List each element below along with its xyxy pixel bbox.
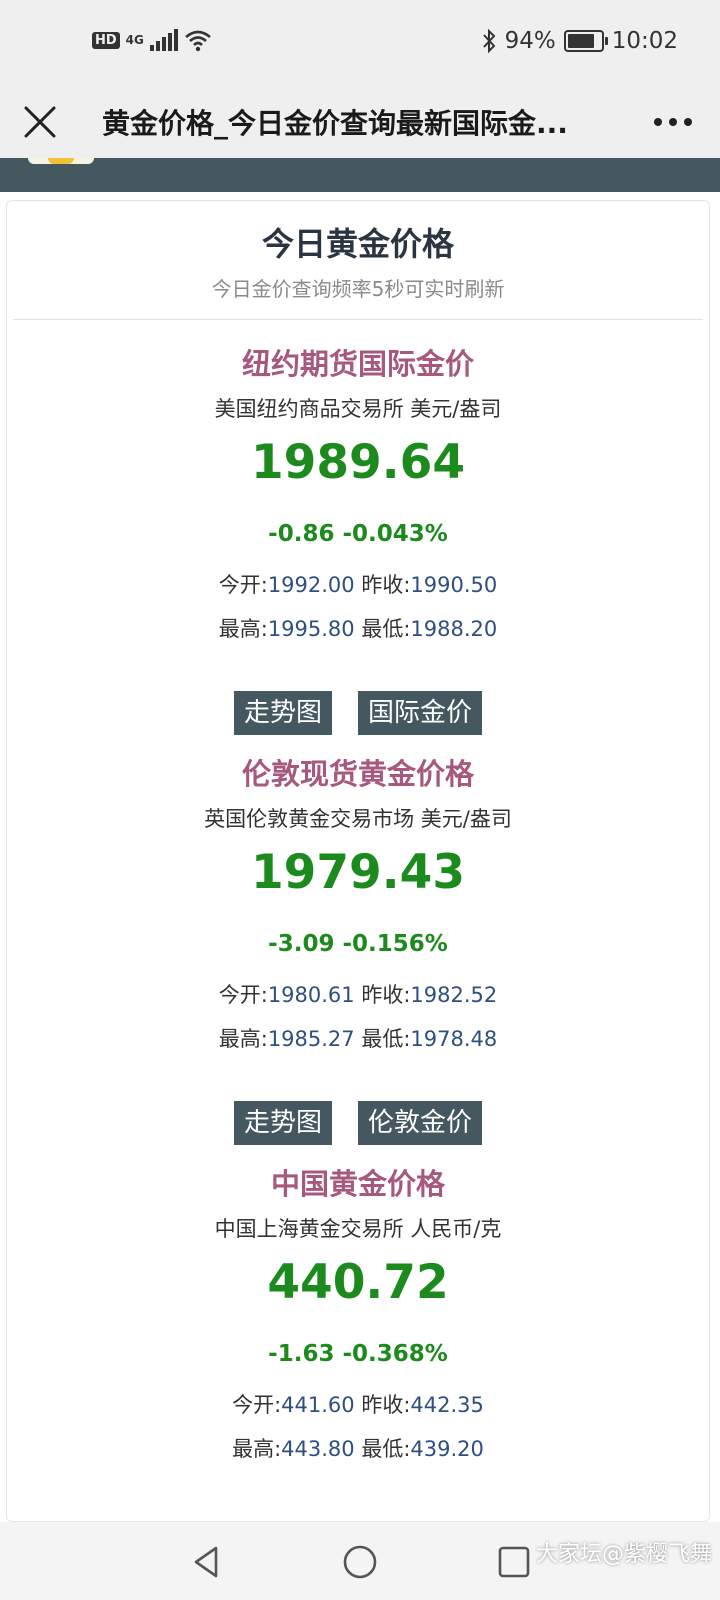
more-icon[interactable] <box>648 102 698 142</box>
trend-chart-button[interactable]: 走势图 <box>233 691 332 735</box>
close-icon[interactable] <box>18 100 62 144</box>
high-label: 最高: <box>218 617 268 641</box>
high-value: 443.80 <box>281 1437 355 1461</box>
price-change: -1.63 -0.368% <box>268 1341 448 1367</box>
low-label: 最低: <box>361 617 411 641</box>
low-label: 最低: <box>361 1027 411 1051</box>
prev-label: 昨收: <box>361 1393 411 1417</box>
high-low-row: 最高:443.80 最低:439.20 <box>7 1433 709 1463</box>
status-right: 94% 10:02 <box>481 28 678 54</box>
open-value: 1992.00 <box>267 573 355 597</box>
recents-icon[interactable] <box>494 1542 534 1582</box>
card-subtitle: 今日金价查询频率5秒可实时刷新 <box>211 277 505 301</box>
bluetooth-icon <box>482 28 495 54</box>
open-label: 今开: <box>232 1393 282 1417</box>
prev-value: 1990.50 <box>410 573 498 597</box>
open-value: 1980.61 <box>267 983 355 1007</box>
prev-value: 442.35 <box>410 1393 484 1417</box>
high-low-row: 最高:1985.27 最低:1978.48 <box>7 1023 709 1053</box>
nav-bar: 黄金价格_今日金价查询最新国际金... <box>0 86 720 158</box>
low-value: 439.20 <box>410 1437 484 1461</box>
section-buttons: 走势图 伦敦金价 <box>7 1101 709 1145</box>
high-value: 1985.27 <box>267 1027 355 1051</box>
gold-price-card: 今日黄金价格 今日金价查询频率5秒可实时刷新 纽约期货国际金价 美国纽约商品交易… <box>6 200 710 1522</box>
international-gold-button[interactable]: 国际金价 <box>358 691 483 735</box>
section-buttons: 走势图 国际金价 <box>7 691 709 735</box>
battery-percent: 94% <box>504 28 556 54</box>
open-label: 今开: <box>218 573 268 597</box>
divider <box>13 319 703 320</box>
status-left: HD 4G <box>92 28 212 52</box>
high-low-row: 最高:1995.80 最低:1988.20 <box>7 613 709 643</box>
home-icon[interactable] <box>340 1542 380 1582</box>
open-label: 今开: <box>218 983 268 1007</box>
section-title: 中国黄金价格 <box>270 1167 445 1201</box>
prev-label: 昨收: <box>361 573 411 597</box>
watermark: 大家坛@紫樱飞舞 <box>535 1542 712 1567</box>
section-subtitle: 英国伦敦黄金交易市场 美元/盎司 <box>204 807 512 831</box>
low-value: 1978.48 <box>410 1027 498 1051</box>
signal-icon <box>149 29 178 51</box>
section-subtitle: 美国纽约商品交易所 美元/盎司 <box>214 397 502 421</box>
low-label: 最低: <box>361 1437 411 1461</box>
high-label: 最高: <box>232 1437 282 1461</box>
high-value: 1995.80 <box>267 617 355 641</box>
open-value: 441.60 <box>281 1393 355 1417</box>
trend-chart-button[interactable]: 走势图 <box>233 1101 332 1145</box>
battery-icon <box>563 30 608 52</box>
section-title: 伦敦现货黄金价格 <box>241 757 474 791</box>
section-title: 纽约期货国际金价 <box>241 347 474 381</box>
battery-fill <box>567 34 595 48</box>
hd-badge: HD <box>92 31 120 49</box>
card-title: 今日黄金价格 <box>261 225 454 263</box>
open-prev-row: 今开:1992.00 昨收:1990.50 <box>7 569 709 599</box>
section-subtitle: 中国上海黄金交易所 人民币/克 <box>214 1217 502 1241</box>
open-prev-row: 今开:441.60 昨收:442.35 <box>7 1389 709 1419</box>
london-gold-button[interactable]: 伦敦金价 <box>358 1101 483 1145</box>
clock: 10:02 <box>611 28 678 54</box>
logo-sun-icon <box>48 158 74 164</box>
current-price: 1989.64 <box>250 435 466 490</box>
current-price: 440.72 <box>267 1255 449 1310</box>
open-prev-row: 今开:1980.61 昨收:1982.52 <box>7 979 709 1009</box>
network-type: 4G <box>125 33 144 47</box>
price-change: -3.09 -0.156% <box>268 931 448 957</box>
price-change: -0.86 -0.043% <box>268 521 448 547</box>
low-value: 1988.20 <box>410 617 498 641</box>
status-bar: HD 4G 94% 10:02 <box>0 0 720 86</box>
prev-label: 昨收: <box>361 983 411 1007</box>
site-header <box>0 158 720 192</box>
page-title-bar: 黄金价格_今日金价查询最新国际金... <box>102 107 568 140</box>
high-label: 最高: <box>218 1027 268 1051</box>
wifi-icon <box>185 30 211 52</box>
back-icon[interactable] <box>186 1542 226 1582</box>
site-logo[interactable] <box>28 158 94 164</box>
prev-value: 1982.52 <box>410 983 498 1007</box>
current-price: 1979.43 <box>250 845 466 900</box>
